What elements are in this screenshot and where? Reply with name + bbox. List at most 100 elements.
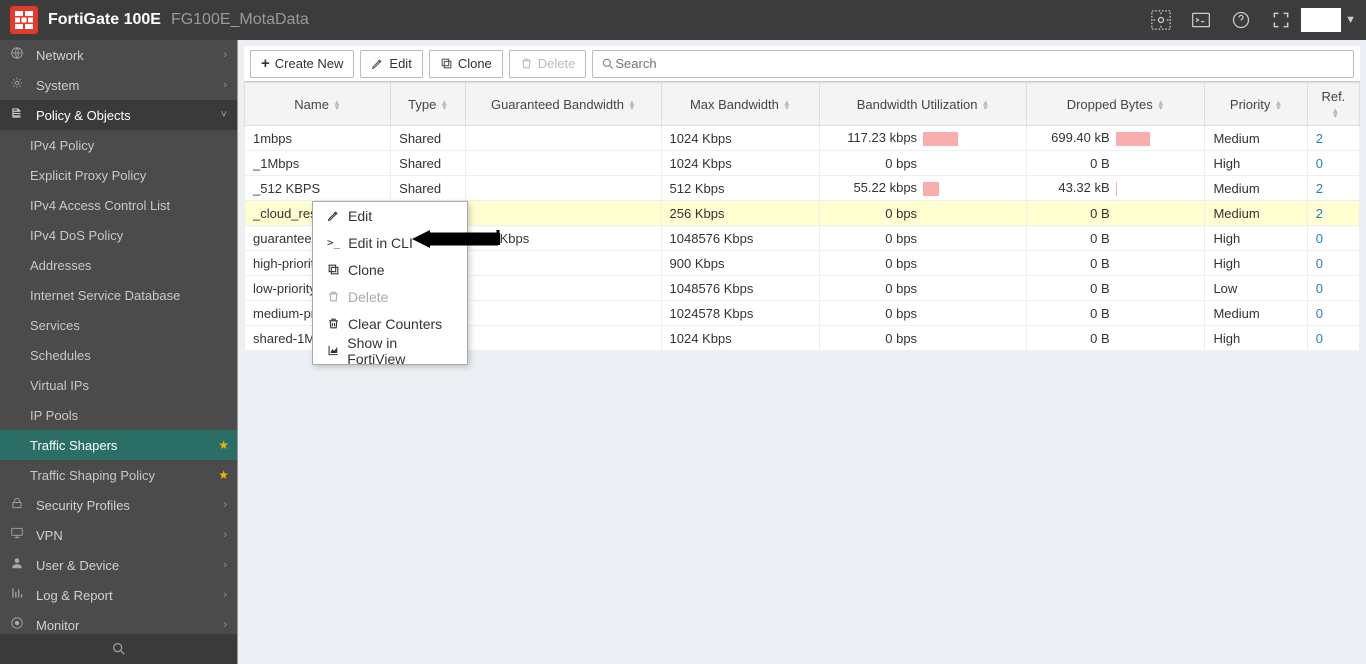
column-ref[interactable]: Ref.▲▼ — [1307, 83, 1359, 126]
cell-priority: High — [1205, 251, 1307, 276]
column-db[interactable]: Dropped Bytes▲▼ — [1026, 83, 1205, 126]
cli-console-icon[interactable] — [1187, 6, 1215, 34]
context-menu: Edit >_Edit in CLI Clone Delete Clear Co… — [312, 201, 468, 365]
cell-mbw: 512 Kbps — [661, 176, 820, 201]
cell-ref[interactable]: 0 — [1307, 301, 1359, 326]
cell-db: 0 B — [1026, 201, 1205, 226]
edit-button[interactable]: Edit — [360, 50, 422, 78]
table-row[interactable]: _1MbpsShared1024 Kbps0 bps0 BHigh0 — [245, 151, 1360, 176]
cell-mbw: 1024578 Kbps — [661, 301, 820, 326]
sidebar-parent-vpn[interactable]: VPN› — [0, 520, 237, 550]
cell-name: 1mbps — [245, 126, 391, 151]
search-box[interactable] — [592, 50, 1354, 78]
sort-icon[interactable]: ▲▼ — [981, 100, 989, 110]
sidebar-parent-user-device[interactable]: User & Device› — [0, 550, 237, 580]
sidebar-parent-network[interactable]: Network› — [0, 40, 237, 70]
cell-ref[interactable]: 2 — [1307, 126, 1359, 151]
sidebar-parent-security-profiles[interactable]: Security Profiles› — [0, 490, 237, 520]
cell-gbw — [466, 176, 661, 201]
settings-wizard-icon[interactable] — [1147, 6, 1175, 34]
column-bu[interactable]: Bandwidth Utilization▲▼ — [820, 83, 1027, 126]
cell-mbw: 1024 Kbps — [661, 126, 820, 151]
cell-bu: 0 bps — [820, 251, 1027, 276]
sidebar-item-traffic-shapers[interactable]: Traffic Shapers★ — [0, 430, 237, 460]
user-icon — [10, 556, 28, 574]
sidebar-item-explicit-proxy-policy[interactable]: Explicit Proxy Policy — [0, 160, 237, 190]
chevron-right-icon: › — [223, 589, 227, 601]
sidebar-item-addresses[interactable]: Addresses — [0, 250, 237, 280]
eye-icon — [10, 616, 28, 634]
chevron-right-icon: › — [223, 559, 227, 571]
ctx-clear-counters[interactable]: Clear Counters — [313, 310, 467, 337]
cell-ref[interactable]: 2 — [1307, 176, 1359, 201]
sidebar-parent-system[interactable]: System› — [0, 70, 237, 100]
fullscreen-icon[interactable] — [1267, 6, 1295, 34]
cell-bu: 0 bps — [820, 301, 1027, 326]
cell-ref[interactable]: 0 — [1307, 226, 1359, 251]
star-icon: ★ — [218, 438, 229, 452]
toolbar: +Create New Edit Clone Delete — [244, 46, 1360, 82]
cell-db: 0 B — [1026, 301, 1205, 326]
cell-ref[interactable]: 0 — [1307, 326, 1359, 351]
cell-bu: 55.22 kbps — [820, 176, 1027, 201]
sidebar-parent-log-report[interactable]: Log & Report› — [0, 580, 237, 610]
cell-db: 43.32 kB — [1026, 176, 1205, 201]
sort-icon[interactable]: ▲▼ — [440, 100, 448, 110]
sidebar-search[interactable] — [0, 634, 237, 664]
create-new-button[interactable]: +Create New — [250, 50, 354, 78]
globe-icon — [10, 46, 28, 64]
chevron-right-icon: › — [223, 79, 227, 91]
ctx-show-fortiview[interactable]: Show in FortiView — [313, 337, 467, 364]
cell-ref[interactable]: 0 — [1307, 276, 1359, 301]
cell-gbw — [466, 276, 661, 301]
ctx-clone[interactable]: Clone — [313, 256, 467, 283]
sidebar-item-virtual-ips[interactable]: Virtual IPs — [0, 370, 237, 400]
column-gbw[interactable]: Guaranteed Bandwidth▲▼ — [466, 83, 661, 126]
sort-icon[interactable]: ▲▼ — [1157, 100, 1165, 110]
column-pr[interactable]: Priority▲▼ — [1205, 83, 1307, 126]
cell-bu: 0 bps — [820, 226, 1027, 251]
sort-icon[interactable]: ▲▼ — [783, 100, 791, 110]
sort-icon[interactable]: ▲▼ — [628, 100, 636, 110]
sort-icon[interactable]: ▲▼ — [333, 100, 341, 110]
cell-ref[interactable]: 0 — [1307, 151, 1359, 176]
user-menu[interactable]: ▼ — [1301, 8, 1356, 32]
sidebar-item-services[interactable]: Services — [0, 310, 237, 340]
sidebar-item-ip-pools[interactable]: IP Pools — [0, 400, 237, 430]
cell-gbw — [466, 201, 661, 226]
table-row[interactable]: _512 KBPSShared512 Kbps55.22 kbps43.32 k… — [245, 176, 1360, 201]
cell-type: Shared — [391, 151, 466, 176]
table-row[interactable]: 1mbpsShared1024 Kbps117.23 kbps699.40 kB… — [245, 126, 1360, 151]
chevron-right-icon: › — [223, 499, 227, 511]
column-name[interactable]: Name▲▼ — [245, 83, 391, 126]
cell-ref[interactable]: 2 — [1307, 201, 1359, 226]
cell-type: Shared — [391, 126, 466, 151]
sidebar-item-ipv-policy[interactable]: IPv4 Policy — [0, 130, 237, 160]
sidebar-item-ipv-access-control-list[interactable]: IPv4 Access Control List — [0, 190, 237, 220]
search-input[interactable] — [615, 56, 1345, 71]
sort-icon[interactable]: ▲▼ — [1274, 100, 1282, 110]
help-icon[interactable] — [1227, 6, 1255, 34]
sidebar-item-schedules[interactable]: Schedules — [0, 340, 237, 370]
cell-name: _1Mbps — [245, 151, 391, 176]
column-type[interactable]: Type▲▼ — [391, 83, 466, 126]
sidebar-item-traffic-shaping-policy[interactable]: Traffic Shaping Policy★ — [0, 460, 237, 490]
chevron-right-icon: › — [223, 49, 227, 61]
ctx-edit[interactable]: Edit — [313, 202, 467, 229]
cell-priority: Medium — [1205, 126, 1307, 151]
sidebar-item-internet-service-database[interactable]: Internet Service Database — [0, 280, 237, 310]
column-mbw[interactable]: Max Bandwidth▲▼ — [661, 83, 820, 126]
policy-icon — [10, 106, 28, 124]
clone-button[interactable]: Clone — [429, 50, 503, 78]
device-model: FortiGate 100E — [48, 11, 161, 29]
cell-db: 0 B — [1026, 326, 1205, 351]
cell-db: 0 B — [1026, 276, 1205, 301]
cell-ref[interactable]: 0 — [1307, 251, 1359, 276]
chevron-down-icon: ˅ — [221, 109, 227, 121]
cell-bu: 0 bps — [820, 276, 1027, 301]
sidebar-item-ipv-dos-policy[interactable]: IPv4 DoS Policy — [0, 220, 237, 250]
sidebar-parent-policy-objects[interactable]: Policy & Objects˅ — [0, 100, 237, 130]
sort-icon[interactable]: ▲▼ — [1331, 108, 1339, 118]
cell-name: _512 KBPS — [245, 176, 391, 201]
cell-priority: Low — [1205, 276, 1307, 301]
